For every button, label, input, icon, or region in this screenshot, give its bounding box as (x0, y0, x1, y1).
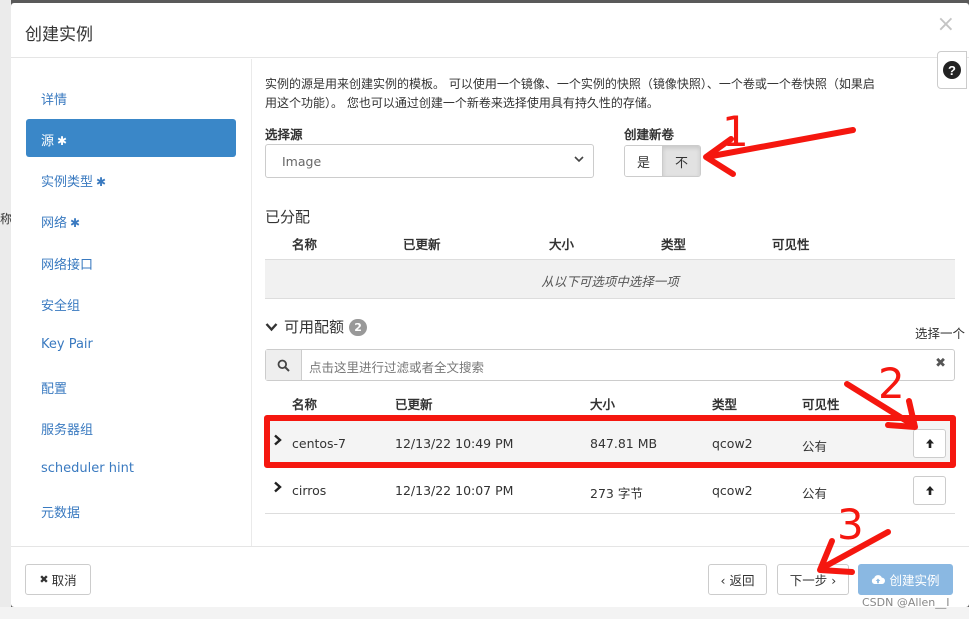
help-button[interactable]: ? (937, 51, 967, 89)
sidebar-item-security-groups[interactable]: 安全组 (26, 284, 236, 322)
image-type: qcow2 (712, 436, 753, 451)
source-step-content: 实例的源是用来创建实例的模板。 可以使用一个镜像、一个实例的快照（镜像快照）、一… (265, 59, 969, 547)
description-line: 实例的源是用来创建实例的模板。 可以使用一个镜像、一个实例的快照（镜像快照）、一… (265, 77, 875, 91)
sidebar-item-scheduler-hint[interactable]: scheduler hint (26, 450, 236, 488)
description-line: 用这个功能）。 您也可以通过创建一个新卷来选择使用具有持久性的存储。 (265, 96, 659, 110)
sidebar-item-label: 配置 (41, 382, 68, 397)
available-col-visibility: 可见性 (802, 397, 840, 412)
available-section-header[interactable]: 可用配额 2 (265, 316, 368, 337)
chevron-down-icon (573, 153, 585, 168)
select-one-hint: 选择一个 (914, 326, 965, 341)
image-size: 847.81 MB (590, 436, 658, 451)
sidebar-item-label: 实例类型 (41, 175, 94, 190)
sidebar-item-flavor[interactable]: 实例类型 ✱ (26, 160, 236, 198)
sidebar-item-networks[interactable]: 网络 ✱ (26, 201, 236, 239)
cancel-label: 取消 (51, 573, 77, 588)
available-title: 可用配额 (284, 318, 345, 336)
sidebar-item-label: 安全组 (41, 299, 81, 314)
filter-search-input[interactable]: 点击这里进行过滤或者全文搜索 ✖ (265, 349, 955, 381)
sidebar-item-server-groups[interactable]: 服务器组 (26, 408, 236, 446)
sidebar-item-label: 详情 (41, 93, 68, 108)
image-size: 273 字节 (590, 486, 643, 501)
allocated-col-name: 名称 (292, 237, 318, 252)
arrow-up-icon (925, 481, 935, 500)
required-star-icon: ✱ (96, 175, 107, 189)
question-icon: ? (943, 61, 961, 79)
launch-instance-button[interactable]: 创建实例 (858, 564, 953, 595)
backdrop (0, 0, 11, 619)
create-volume-no-button[interactable]: 不 (662, 146, 700, 176)
create-volume-label: 创建新卷 (624, 127, 675, 142)
search-placeholder: 点击这里进行过滤或者全文搜索 (309, 360, 485, 375)
search-icon (266, 350, 302, 380)
select-source-label: 选择源 (265, 127, 303, 142)
available-count-badge: 2 (349, 319, 368, 336)
cancel-button[interactable]: ✖ 取消 (25, 564, 91, 595)
create-volume-toggle: 是 不 (624, 145, 701, 177)
watermark-text: CSDN @Allen__I (862, 596, 950, 609)
available-col-size: 大小 (590, 397, 616, 412)
back-button[interactable]: ‹ 返回 (708, 564, 767, 595)
sidebar-item-label: 源 (41, 134, 55, 149)
image-type: qcow2 (712, 483, 753, 498)
dialog-header: 创建实例 × (11, 3, 969, 58)
sidebar-item-label: 网络接口 (41, 258, 94, 273)
next-button[interactable]: 下一步 › (777, 564, 849, 595)
sidebar-item-label: Key Pair (41, 337, 93, 352)
sidebar-item-label: 网络 (41, 216, 68, 231)
source-description: 实例的源是用来创建实例的模板。 可以使用一个镜像、一个实例的快照（镜像快照）、一… (265, 75, 955, 113)
expand-row-icon[interactable] (273, 434, 282, 450)
cloud-upload-icon (871, 574, 886, 585)
sidebar-item-network-ports[interactable]: 网络接口 (26, 243, 236, 281)
image-name: centos-7 (292, 436, 347, 451)
sidebar-item-source[interactable]: 源 ✱ (26, 119, 236, 157)
sidebar-item-key-pair[interactable]: Key Pair (26, 326, 236, 364)
boot-source-value: Image (282, 154, 322, 169)
dialog-title: 创建实例 (25, 25, 93, 45)
backdrop-bottom (0, 607, 969, 619)
allocate-button[interactable] (913, 429, 946, 458)
image-updated: 12/13/22 10:07 PM (395, 483, 514, 498)
available-col-type: 类型 (712, 397, 738, 412)
allocate-button[interactable] (913, 476, 946, 505)
table-row: cirros 12/13/22 10:07 PM 273 字节 qcow2 公有 (265, 468, 955, 514)
sidebar-item-configuration[interactable]: 配置 (26, 367, 236, 405)
launch-instance-dialog: 创建实例 × 详情 源 ✱ 实例类型 ✱ 网络 ✱ 网络接口 安全组 Key Pair… (11, 3, 969, 607)
allocated-col-type: 类型 (661, 237, 687, 252)
allocated-empty-message: 从以下可选项中选择一项 (265, 259, 955, 299)
boot-source-select[interactable]: Image (265, 144, 594, 178)
launch-instance-label: 创建实例 (889, 573, 940, 588)
allocated-title: 已分配 (265, 208, 311, 226)
close-icon: ✖ (39, 573, 49, 586)
image-name: cirros (292, 483, 327, 498)
required-star-icon: ✱ (57, 134, 68, 148)
allocated-col-updated: 已更新 (403, 237, 441, 252)
wizard-sidebar: 详情 源 ✱ 实例类型 ✱ 网络 ✱ 网络接口 安全组 Key Pair 配置 服务器… (11, 59, 252, 547)
chevron-down-icon (265, 321, 278, 336)
image-visibility: 公有 (802, 486, 828, 501)
available-col-updated: 已更新 (395, 397, 433, 412)
image-updated: 12/13/22 10:49 PM (395, 436, 514, 451)
required-star-icon: ✱ (70, 216, 81, 230)
arrow-up-icon (925, 434, 935, 453)
table-row: centos-7 12/13/22 10:49 PM 847.81 MB qco… (265, 420, 955, 466)
available-col-name: 名称 (292, 397, 318, 412)
dialog-footer: ✖ 取消 ‹ 返回 下一步 › 创建实例 (11, 546, 969, 607)
create-volume-yes-button[interactable]: 是 (625, 146, 662, 176)
sidebar-item-label: scheduler hint (41, 461, 134, 476)
allocated-col-size: 大小 (549, 237, 575, 252)
clear-search-icon[interactable]: ✖ (935, 356, 946, 371)
allocated-col-visibility: 可见性 (772, 237, 810, 252)
sidebar-item-label: 元数据 (41, 506, 81, 521)
sidebar-item-metadata[interactable]: 元数据 (26, 491, 236, 529)
close-icon[interactable]: × (937, 14, 955, 36)
image-visibility: 公有 (802, 439, 828, 454)
sidebar-item-details[interactable]: 详情 (26, 78, 236, 116)
sidebar-item-label: 服务器组 (41, 423, 94, 438)
expand-row-icon[interactable] (273, 481, 282, 497)
